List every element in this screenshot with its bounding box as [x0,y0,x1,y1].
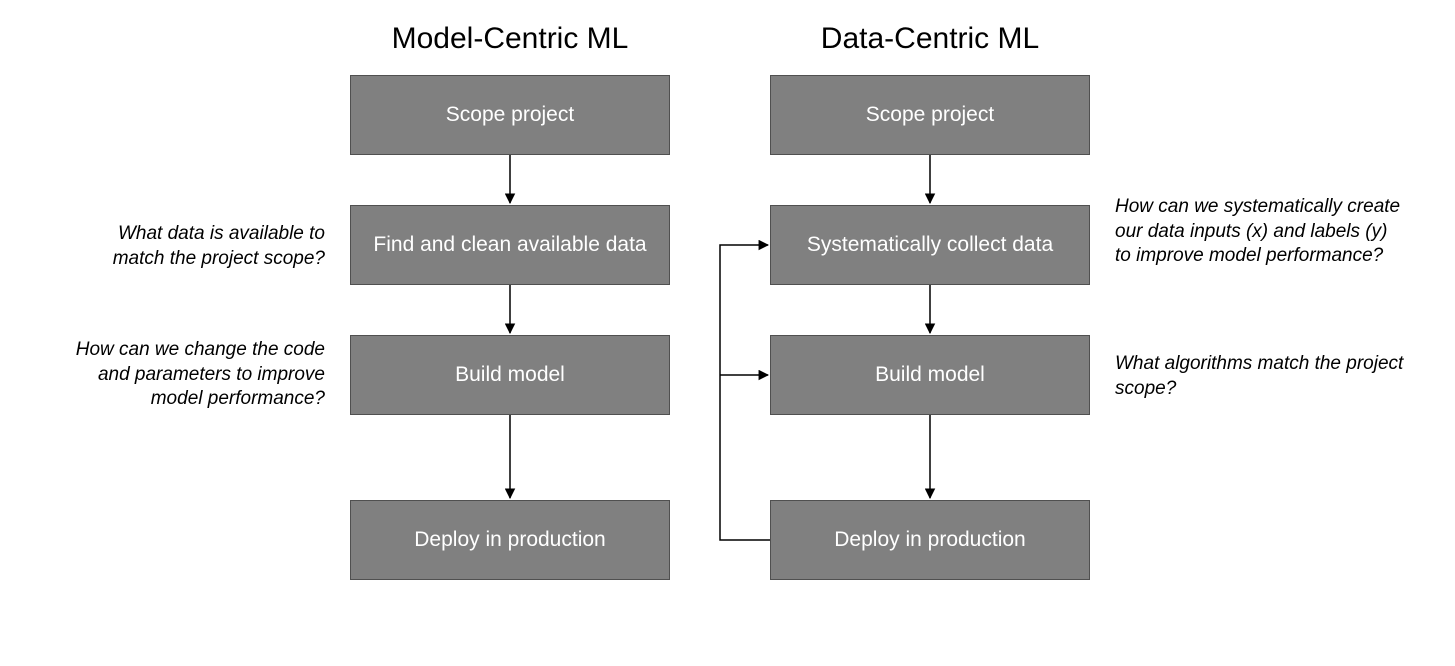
annotation-left-change-code: How can we change the code and parameter… [65,338,325,412]
connectors [0,0,1455,666]
left-step-deploy: Deploy in production [350,500,670,580]
right-step-deploy: Deploy in production [770,500,1090,580]
right-step-scope-project: Scope project [770,75,1090,155]
right-step-build-model: Build model [770,335,1090,415]
right-step-collect-data: Systematically collect data [770,205,1090,285]
title-model-centric: Model-Centric ML [350,22,670,56]
title-data-centric: Data-Centric ML [770,22,1090,56]
left-step-build-model: Build model [350,335,670,415]
feedback-deploy-to-collect [720,245,770,540]
annotation-left-data-available: What data is available to match the proj… [65,222,325,271]
diagram-stage: Model-Centric ML Data-Centric ML Scope p… [0,0,1455,666]
left-step-find-clean-data: Find and clean available data [350,205,670,285]
left-step-scope-project: Scope project [350,75,670,155]
annotation-right-algorithms: What algorithms match the project scope? [1115,352,1405,401]
annotation-right-systematic-data: How can we systematically create our dat… [1115,195,1405,269]
